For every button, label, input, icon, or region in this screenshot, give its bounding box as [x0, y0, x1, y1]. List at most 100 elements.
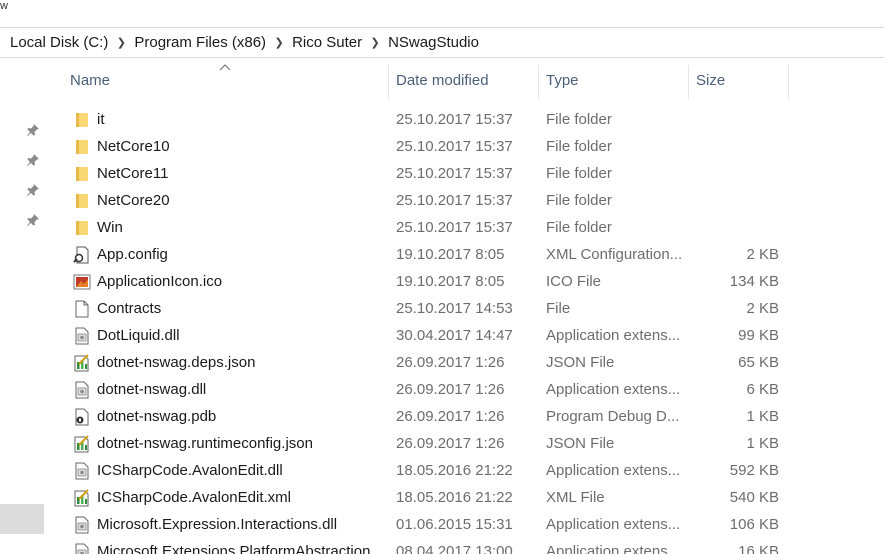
- file-size: 592 KB: [729, 462, 779, 479]
- folder-icon: [72, 106, 92, 133]
- pin-icon[interactable]: [26, 153, 40, 167]
- date-modified: 26.09.2017 1:26: [396, 408, 505, 425]
- file-type: File: [546, 300, 571, 317]
- file-type: File folder: [546, 192, 612, 209]
- file-size: 1 KB: [746, 435, 779, 452]
- table-row[interactable]: dotnet-nswag.runtimeconfig.json 26.09.201…: [47, 430, 884, 457]
- table-row[interactable]: dotnet-nswag.dll 26.09.2017 1:26 Applicati…: [47, 376, 884, 403]
- table-row[interactable]: dotnet-nswag.pdb 26.09.2017 1:26 Program D…: [47, 403, 884, 430]
- file-type: XML File: [546, 489, 605, 506]
- file-name: Contracts: [97, 300, 162, 317]
- json-file-icon: [72, 430, 92, 457]
- address-bar[interactable]: Local Disk (C:) ❯ Program Files (x86) ❯ …: [0, 27, 884, 58]
- table-row[interactable]: Microsoft.Expression.Interactions.dll 01.…: [47, 511, 884, 538]
- pin-icon[interactable]: [26, 123, 40, 137]
- column-header-name[interactable]: Name: [62, 59, 388, 103]
- nav-item-selected[interactable]: [0, 504, 44, 534]
- table-row[interactable]: Microsoft.Extensions.PlatformAbstraction…: [47, 538, 884, 554]
- table-row[interactable]: NetCore10 25.10.2017 15:37 File folder: [47, 133, 884, 160]
- file-name: NetCore11: [97, 165, 169, 182]
- file-name: ApplicationIcon.ico: [97, 273, 223, 290]
- column-header-size[interactable]: Size: [688, 59, 788, 103]
- file-name: ICSharpCode.AvalonEdit.dll: [97, 462, 283, 479]
- file-name: Microsoft.Expression.Interactions.dll: [97, 516, 338, 533]
- folder-icon: [72, 187, 92, 214]
- file-type: File folder: [546, 138, 612, 155]
- file-type: Application extens...: [546, 543, 681, 554]
- breadcrumb-rico-suter[interactable]: Rico Suter: [292, 28, 362, 58]
- table-row[interactable]: ICSharpCode.AvalonEdit.dll 18.05.2016 21:…: [47, 457, 884, 484]
- column-header-row: Name Date modified Type Size: [47, 59, 884, 103]
- table-row[interactable]: dotnet-nswag.deps.json 26.09.2017 1:26 JSO…: [47, 349, 884, 376]
- chevron-right-icon[interactable]: ❯: [266, 28, 292, 58]
- date-modified: 08.04.2017 13:00: [396, 543, 513, 554]
- file-size: 6 KB: [746, 381, 779, 398]
- date-modified: 25.10.2017 15:37: [396, 111, 513, 128]
- table-row[interactable]: DotLiquid.dll 30.04.2017 14:47 Application…: [47, 322, 884, 349]
- file-type: File folder: [546, 219, 612, 236]
- file-type: Program Debug D...: [546, 408, 680, 425]
- pin-icon[interactable]: [26, 213, 40, 227]
- folder-icon: [72, 214, 92, 241]
- column-divider[interactable]: [788, 65, 789, 99]
- file-name: App.config: [97, 246, 168, 263]
- image-file-icon: [72, 268, 92, 295]
- dll-file-icon: [72, 538, 92, 554]
- date-modified: 18.05.2016 21:22: [396, 462, 513, 479]
- file-name: ICSharpCode.AvalonEdit.xml: [97, 489, 291, 506]
- file-name: Win: [97, 219, 123, 236]
- file-name: NetCore20: [97, 192, 170, 209]
- file-name: dotnet-nswag.deps.json: [97, 354, 256, 371]
- dll-file-icon: [72, 376, 92, 403]
- file-name: dotnet-nswag.dll: [97, 381, 207, 398]
- file-list: Name Date modified Type Size it 25.10.201…: [47, 59, 884, 554]
- chevron-right-icon[interactable]: ❯: [362, 28, 388, 58]
- file-size: [696, 160, 779, 187]
- table-row[interactable]: ICSharpCode.AvalonEdit.xml 18.05.2016 21:…: [47, 484, 884, 511]
- table-row[interactable]: Win 25.10.2017 15:37 File folder: [47, 214, 884, 241]
- file-type: Application extens...: [546, 516, 681, 533]
- file-name: dotnet-nswag.pdb: [97, 408, 217, 425]
- date-modified: 25.10.2017 15:37: [396, 219, 513, 236]
- file-size: 540 KB: [729, 489, 779, 506]
- date-modified: 25.10.2017 14:53: [396, 300, 513, 317]
- json-file-icon: [72, 349, 92, 376]
- file-name: NetCore10: [97, 138, 170, 155]
- file-size: 16 KB: [738, 543, 779, 554]
- table-row[interactable]: Contracts 25.10.2017 14:53 File 2 KB: [47, 295, 884, 322]
- breadcrumb-program-files[interactable]: Program Files (x86): [134, 28, 266, 58]
- pin-icon[interactable]: [26, 183, 40, 197]
- date-modified: 26.09.2017 1:26: [396, 381, 505, 398]
- breadcrumb-local-disk[interactable]: Local Disk (C:): [10, 28, 108, 58]
- table-row[interactable]: App.config 19.10.2017 8:05 XML Configurati…: [47, 241, 884, 268]
- file-type: Application extens...: [546, 381, 681, 398]
- date-modified: 25.10.2017 15:37: [396, 192, 513, 209]
- table-row[interactable]: it 25.10.2017 15:37 File folder: [47, 106, 884, 133]
- file-name: DotLiquid.dll: [97, 327, 180, 344]
- dll-file-icon: [72, 457, 92, 484]
- file-type: File folder: [546, 165, 612, 182]
- file-type: Application extens...: [546, 462, 681, 479]
- date-modified: 18.05.2016 21:22: [396, 489, 513, 506]
- date-modified: 19.10.2017 8:05: [396, 246, 505, 263]
- column-header-date[interactable]: Date modified: [388, 59, 538, 103]
- file-size: [696, 133, 779, 160]
- column-header-type[interactable]: Type: [538, 59, 688, 103]
- file-size: 134 KB: [729, 273, 779, 290]
- file-type: JSON File: [546, 435, 615, 452]
- date-modified: 26.09.2017 1:26: [396, 354, 505, 371]
- file-size: [696, 214, 779, 241]
- file-type: XML Configuration...: [546, 246, 683, 263]
- folder-icon: [72, 160, 92, 187]
- table-row[interactable]: NetCore20 25.10.2017 15:37 File folder: [47, 187, 884, 214]
- file-type: ICO File: [546, 273, 602, 290]
- table-row[interactable]: ApplicationIcon.ico 19.10.2017 8:05 ICO Fi…: [47, 268, 884, 295]
- breadcrumb-nswagstudio[interactable]: NSwagStudio: [388, 28, 479, 58]
- navigation-pane: [0, 59, 47, 554]
- chevron-right-icon[interactable]: ❯: [108, 28, 134, 58]
- table-row[interactable]: NetCore11 25.10.2017 15:37 File folder: [47, 160, 884, 187]
- file-size: [696, 106, 779, 133]
- blank-file-icon: [72, 295, 92, 322]
- date-modified: 26.09.2017 1:26: [396, 435, 505, 452]
- file-name: Microsoft.Extensions.PlatformAbstraction…: [97, 543, 382, 554]
